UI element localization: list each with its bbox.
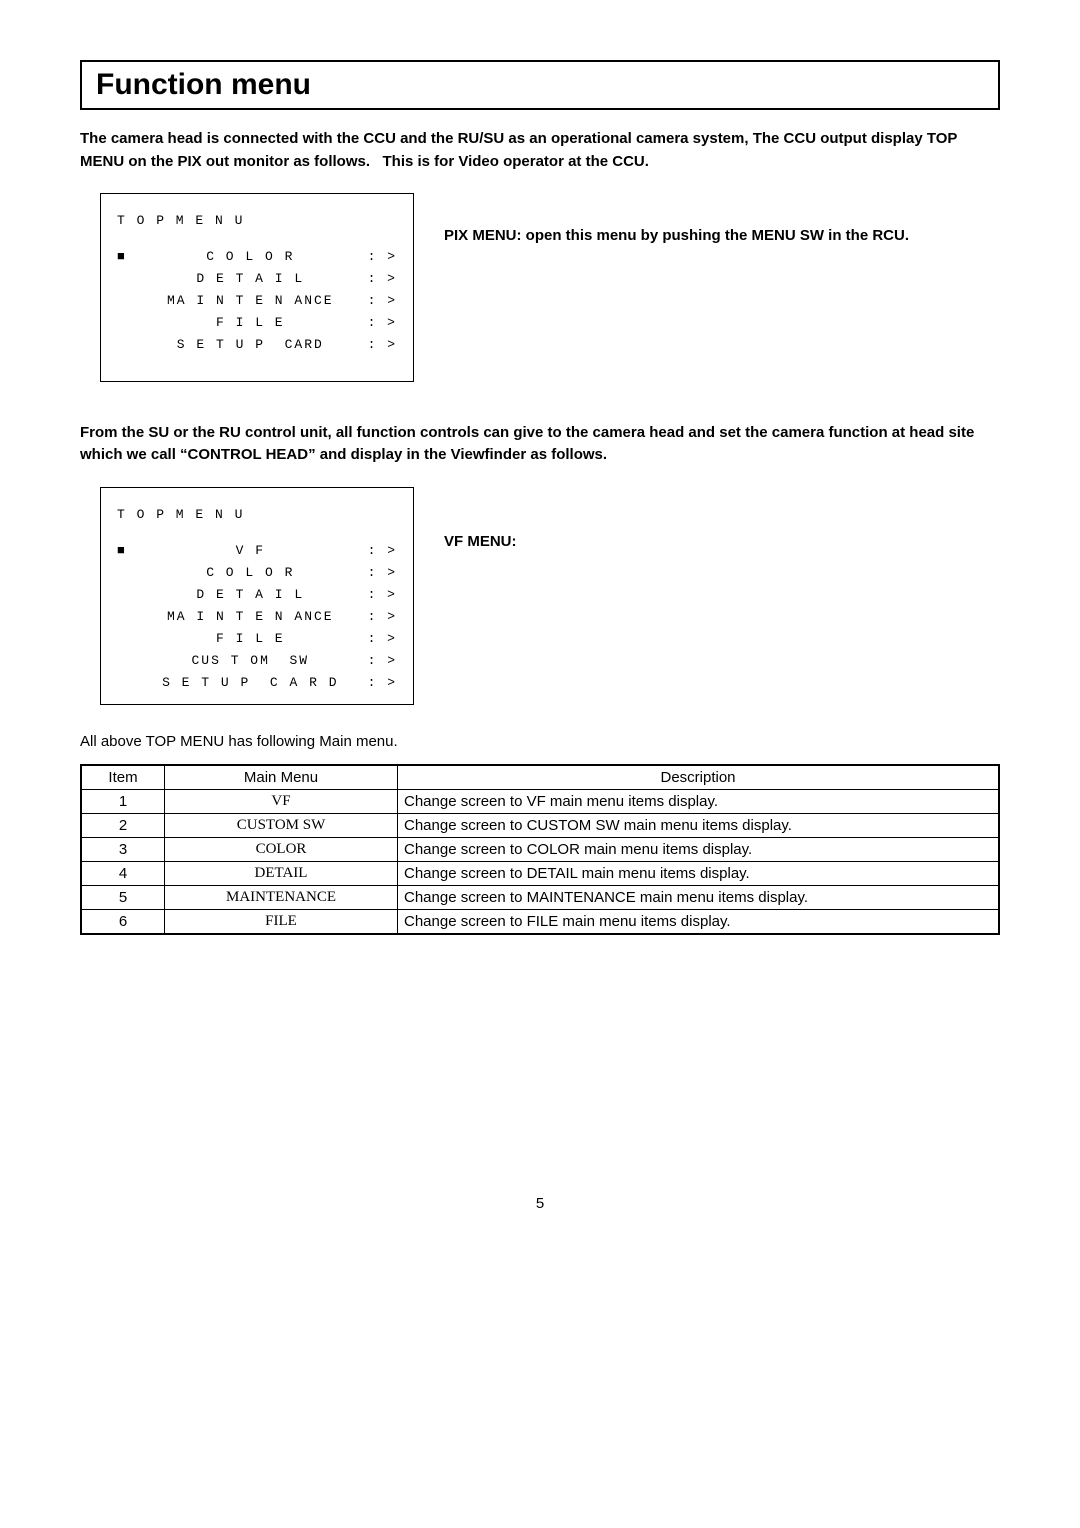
cell-desc: Change screen to FILE main menu items di…	[398, 910, 1000, 935]
menu-item: F I L E : >	[117, 628, 397, 650]
menu-bullet	[117, 562, 133, 584]
menu-suffix: : >	[368, 334, 397, 356]
pix-side-text: PIX MENU: open this menu by pushing the …	[444, 193, 909, 248]
menu-suffix: : >	[368, 562, 397, 584]
cell-item: 6	[81, 910, 165, 935]
menu-bullet	[117, 650, 133, 672]
cell-desc: Change screen to MAINTENANCE main menu i…	[398, 886, 1000, 910]
cell-menu: VF	[165, 790, 398, 814]
menu-suffix: : >	[368, 672, 397, 694]
menu-bullet	[117, 268, 133, 290]
cell-item: 5	[81, 886, 165, 910]
menu-label: D E T A I L	[196, 268, 304, 290]
cell-item: 2	[81, 814, 165, 838]
menu-bullet	[117, 584, 133, 606]
menu-item: MA I N T E N ANCE : >	[117, 606, 397, 628]
vf-menu-row: T O P M E N U ■ V F : > C O L O R : > D E T…	[80, 487, 1000, 706]
th-item: Item	[81, 765, 165, 790]
table-row: 2 CUSTOM SW Change screen to CUSTOM SW m…	[81, 814, 999, 838]
menu-label: F I L E	[216, 312, 285, 334]
menu-bullet	[117, 312, 133, 334]
cell-desc: Change screen to DETAIL main menu items …	[398, 862, 1000, 886]
menu-bullet: ■	[117, 246, 133, 268]
menu-item: D E T A I L : >	[117, 268, 397, 290]
menu-label: S E T U P CARD	[177, 334, 324, 356]
intro-paragraph: The camera head is connected with the CC…	[80, 128, 1000, 173]
below-text: All above TOP MENU has following Main me…	[80, 733, 1000, 750]
pix-menu-box: T O P M E N U ■ C O L O R : > D E T A I L:…	[100, 193, 414, 382]
table-row: 3 COLOR Change screen to COLOR main menu…	[81, 838, 999, 862]
menu-bullet: ■	[117, 540, 133, 562]
main-menu-table: Item Main Menu Description 1 VF Change s…	[80, 764, 1000, 935]
menu-item: MA I N T E N ANCE : >	[117, 290, 397, 312]
cell-item: 1	[81, 790, 165, 814]
menu-label: C O L O R	[206, 246, 294, 268]
pix-menu-title: T O P M E N U	[117, 210, 397, 232]
menu-suffix: : >	[368, 606, 397, 628]
menu-suffix: : >	[368, 628, 397, 650]
table-header-row: Item Main Menu Description	[81, 765, 999, 790]
vf-menu-box: T O P M E N U ■ V F : > C O L O R : > D E T…	[100, 487, 414, 706]
menu-bullet	[117, 334, 133, 356]
cell-desc: Change screen to COLOR main menu items d…	[398, 838, 1000, 862]
menu-label: CUS T OM SW	[191, 650, 309, 672]
menu-label: S E T U P C A R D	[162, 672, 338, 694]
title-box: Function menu	[80, 60, 1000, 110]
th-menu: Main Menu	[165, 765, 398, 790]
menu-label: C O L O R	[206, 562, 294, 584]
menu-bullet	[117, 606, 133, 628]
menu-suffix: : >	[368, 290, 397, 312]
cell-desc: Change screen to CUSTOM SW main menu ite…	[398, 814, 1000, 838]
menu-label: F I L E	[216, 628, 285, 650]
menu-suffix: : >	[368, 268, 397, 290]
table-row: 4 DETAIL Change screen to DETAIL main me…	[81, 862, 999, 886]
table-row: 5 MAINTENANCE Change screen to MAINTENAN…	[81, 886, 999, 910]
page-title: Function menu	[96, 68, 984, 102]
menu-bullet	[117, 628, 133, 650]
menu-item: ■ V F : >	[117, 540, 397, 562]
menu-suffix: : >	[368, 246, 397, 268]
menu-label: D E T A I L	[196, 584, 304, 606]
menu-item: S E T U P C A R D : >	[117, 672, 397, 694]
menu-bullet	[117, 290, 133, 312]
table-row: 6 FILE Change screen to FILE main menu i…	[81, 910, 999, 935]
vf-side-text: VF MENU:	[444, 487, 517, 554]
menu-label: MA I N T E N ANCE	[167, 290, 334, 312]
cell-desc: Change screen to VF main menu items disp…	[398, 790, 1000, 814]
cell-item: 3	[81, 838, 165, 862]
th-desc: Description	[398, 765, 1000, 790]
cell-item: 4	[81, 862, 165, 886]
menu-item: ■ C O L O R : >	[117, 246, 397, 268]
menu-item: S E T U P CARD : >	[117, 334, 397, 356]
menu-item: C O L O R : >	[117, 562, 397, 584]
menu-suffix: : >	[368, 312, 397, 334]
menu-bullet	[117, 672, 133, 694]
vf-menu-title: T O P M E N U	[117, 504, 397, 526]
menu-item: F I L E : >	[117, 312, 397, 334]
menu-suffix: : >	[368, 540, 397, 562]
cell-menu: MAINTENANCE	[165, 886, 398, 910]
cell-menu: CUSTOM SW	[165, 814, 398, 838]
menu-suffix: : >	[368, 650, 397, 672]
mid-paragraph: From the SU or the RU control unit, all …	[80, 422, 1000, 467]
page-number: 5	[80, 1195, 1000, 1212]
menu-item: D E T A I L : >	[117, 584, 397, 606]
menu-label: V F	[236, 540, 265, 562]
cell-menu: DETAIL	[165, 862, 398, 886]
table-row: 1 VF Change screen to VF main menu items…	[81, 790, 999, 814]
cell-menu: COLOR	[165, 838, 398, 862]
pix-menu-row: T O P M E N U ■ C O L O R : > D E T A I L:…	[80, 193, 1000, 382]
menu-item: CUS T OM SW : >	[117, 650, 397, 672]
cell-menu: FILE	[165, 910, 398, 935]
menu-label: MA I N T E N ANCE	[167, 606, 334, 628]
menu-suffix: : >	[368, 584, 397, 606]
